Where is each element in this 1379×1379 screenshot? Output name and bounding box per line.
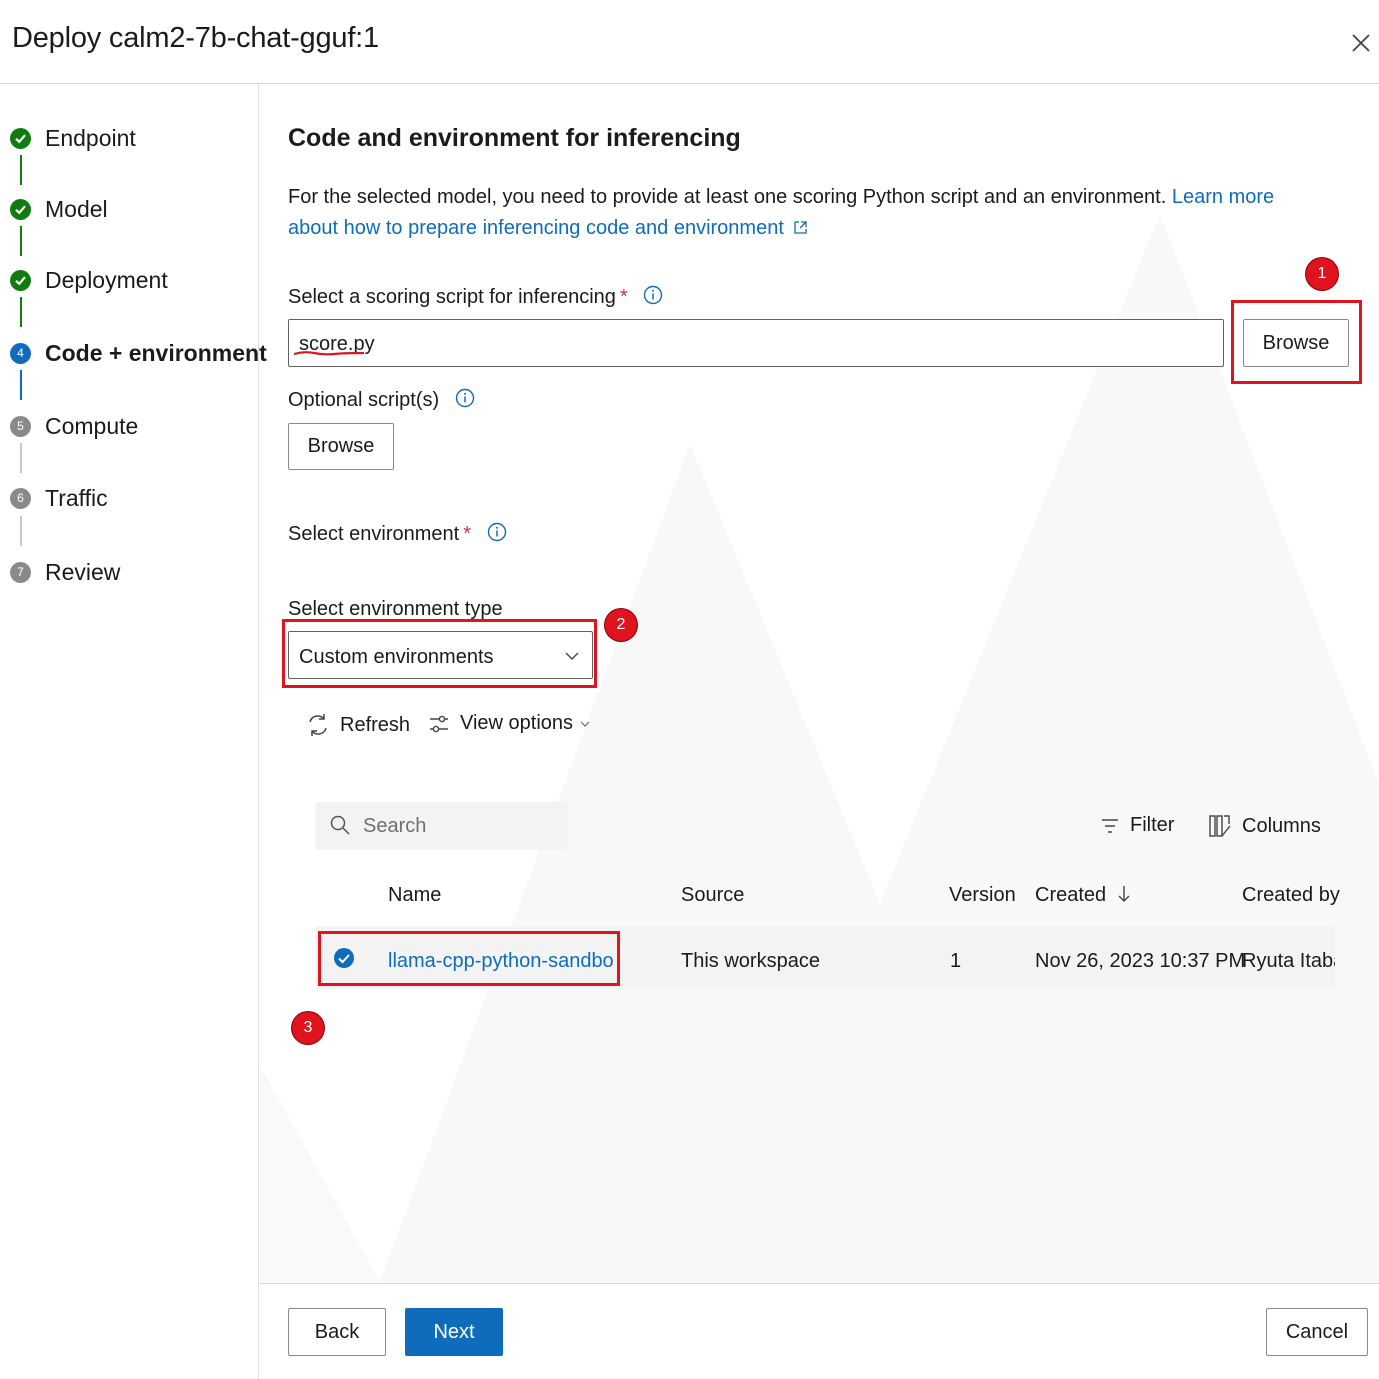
step-label: Deployment <box>45 266 168 293</box>
step-number-icon: 6 <box>10 487 31 509</box>
cancel-button[interactable]: Cancel <box>1266 1308 1368 1356</box>
step-label: Code + environment <box>45 339 267 366</box>
environment-version: 1 <box>950 950 962 972</box>
section-heading: Code and environment for inferencing <box>288 124 741 152</box>
step-connector <box>20 226 22 256</box>
annotation-box <box>318 931 620 986</box>
section-description: For the selected model, you need to prov… <box>288 182 1328 244</box>
checkmark-icon <box>10 269 31 291</box>
scoring-script-input[interactable]: score.py <box>288 319 1224 367</box>
step-review[interactable]: 7 Review <box>10 555 120 589</box>
column-header-name[interactable]: Name <box>388 884 441 907</box>
external-link-icon <box>794 221 808 234</box>
environment-source: This workspace <box>681 950 820 972</box>
refresh-button[interactable]: Refresh <box>306 712 410 738</box>
required-mark: * <box>463 523 471 545</box>
step-label: Review <box>45 558 121 585</box>
step-label: Model <box>45 195 108 222</box>
step-connector <box>20 370 22 400</box>
environment-created: Nov 26, 2023 10:37 PM <box>1035 950 1246 972</box>
dialog-title: Deploy calm2-7b-chat-gguf:1 <box>12 22 379 54</box>
info-icon[interactable] <box>455 388 475 408</box>
footer-divider <box>260 1283 1379 1284</box>
chevron-down-icon <box>580 721 590 727</box>
environment-type-label: Select environment type <box>288 598 503 620</box>
step-deployment[interactable]: Deployment <box>10 263 168 297</box>
view-options-label: View options <box>460 712 574 734</box>
step-endpoint[interactable]: Endpoint <box>10 121 136 155</box>
next-button[interactable]: Next <box>405 1308 503 1356</box>
scoring-script-label: Select a scoring script for inferencing * <box>288 285 663 309</box>
step-model[interactable]: Model <box>10 192 108 226</box>
sliders-icon <box>430 715 448 732</box>
view-options-button[interactable]: View options <box>428 712 591 735</box>
checkmark-icon <box>10 127 31 149</box>
annotation-badge: 3 <box>292 1012 324 1044</box>
step-code-environment[interactable]: 4 Code + environment <box>10 336 267 370</box>
environment-created-by: Ryuta Itabas <box>1242 950 1335 972</box>
optional-scripts-label: Optional script(s) <box>288 388 475 412</box>
filter-icon <box>1102 818 1118 833</box>
sort-descending-icon <box>1118 886 1130 902</box>
required-mark: * <box>619 286 628 308</box>
step-label: Endpoint <box>45 124 136 151</box>
step-label: Traffic <box>45 484 108 511</box>
step-number-icon: 4 <box>10 342 31 364</box>
spellcheck-underline <box>294 351 364 356</box>
environment-label: Select environment * <box>288 522 507 546</box>
checkmark-icon <box>10 198 31 220</box>
annotation-badge: 1 <box>1306 258 1338 290</box>
browse-optional-button[interactable]: Browse <box>288 423 394 470</box>
info-icon[interactable] <box>487 522 507 542</box>
column-header-version[interactable]: Version <box>949 884 1016 907</box>
step-connector <box>20 443 22 473</box>
step-connector <box>20 297 22 327</box>
info-icon[interactable] <box>643 285 663 305</box>
annotation-box <box>1231 300 1362 384</box>
back-button[interactable]: Back <box>288 1308 386 1356</box>
filter-label: Filter <box>1130 814 1175 836</box>
refresh-icon <box>309 714 327 736</box>
search-input[interactable] <box>363 812 553 840</box>
step-label: Compute <box>45 412 139 439</box>
columns-label: Columns <box>1242 814 1321 837</box>
step-connector <box>20 155 22 185</box>
search-box[interactable] <box>315 802 568 850</box>
close-icon[interactable] <box>1344 26 1378 60</box>
dialog-header: Deploy calm2-7b-chat-gguf:1 <box>0 0 1379 84</box>
columns-icon <box>1209 815 1231 837</box>
search-icon <box>330 815 350 835</box>
annotation-box <box>282 619 597 688</box>
step-traffic[interactable]: 6 Traffic <box>10 481 108 515</box>
columns-button[interactable]: Columns <box>1208 814 1321 838</box>
step-compute[interactable]: 5 Compute <box>10 409 138 443</box>
refresh-label: Refresh <box>340 713 411 736</box>
column-header-created[interactable]: Created <box>1035 884 1130 907</box>
column-header-source[interactable]: Source <box>681 884 744 907</box>
step-connector <box>20 516 22 546</box>
filter-button[interactable]: Filter <box>1100 814 1174 837</box>
step-number-icon: 5 <box>10 415 31 437</box>
description-text: For the selected model, you need to prov… <box>288 186 1167 208</box>
column-header-created-by[interactable]: Created by <box>1242 884 1340 907</box>
annotation-badge: 2 <box>605 609 637 641</box>
step-number-icon: 7 <box>10 561 31 583</box>
